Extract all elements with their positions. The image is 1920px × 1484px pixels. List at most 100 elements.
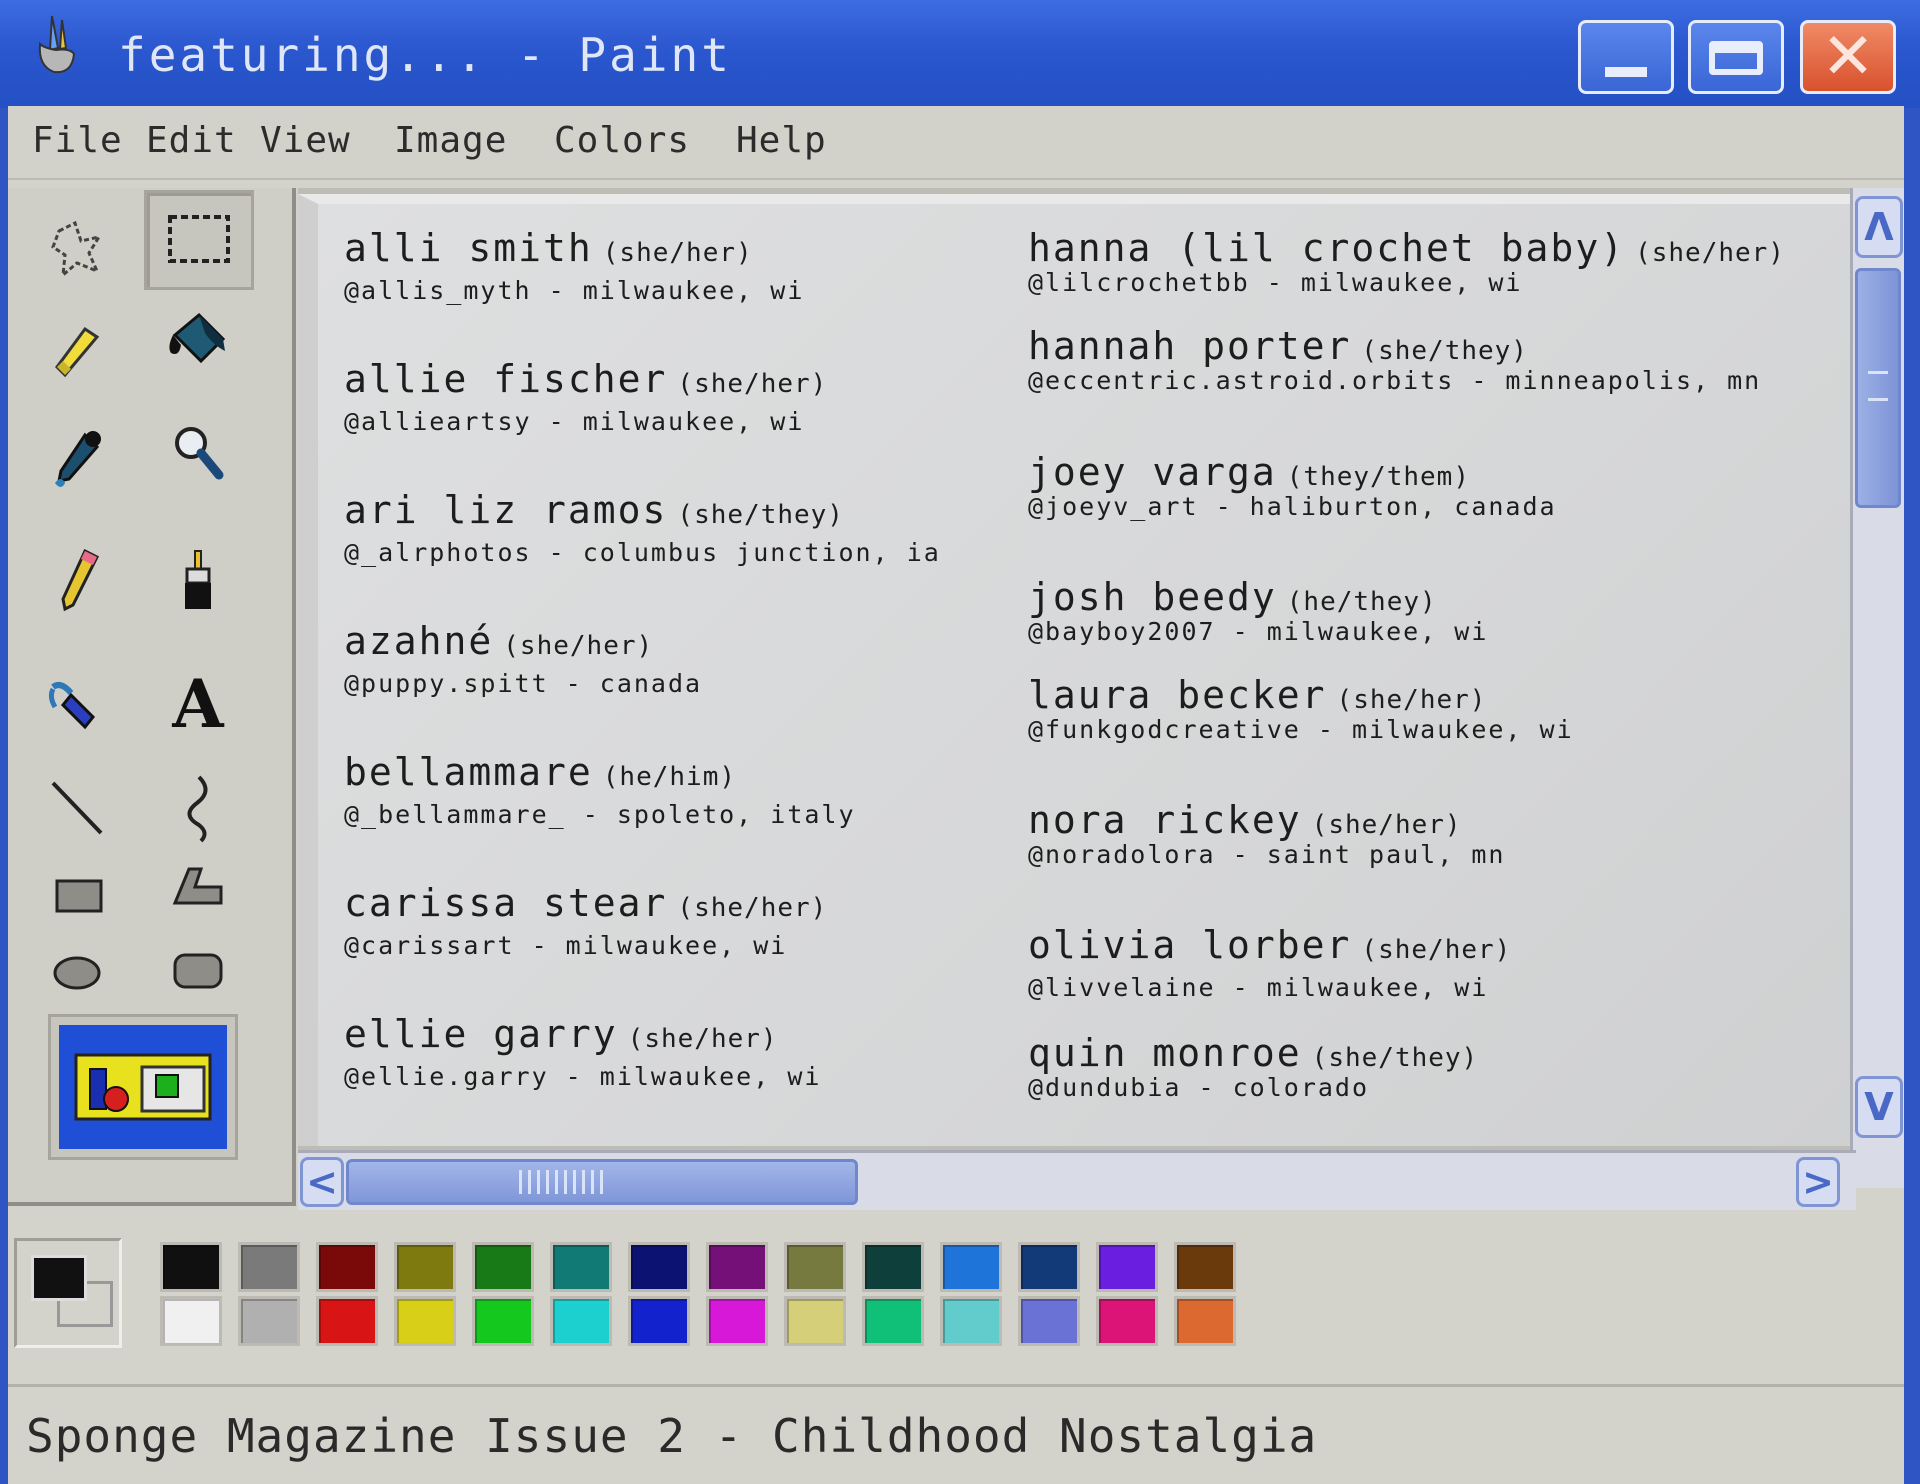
arrow-left-icon: < — [306, 1160, 338, 1204]
window-title: featuring... - Paint — [118, 28, 732, 82]
color-picker-tool[interactable] — [28, 410, 128, 510]
contributor-pronouns: (she/they) — [677, 500, 844, 530]
contributor-handle: @_bellammare_ - spoleto, italy — [344, 800, 856, 829]
color-swatch[interactable] — [394, 1296, 456, 1346]
color-swatch[interactable] — [706, 1242, 768, 1292]
menu-view[interactable]: View — [260, 120, 351, 161]
menu-file[interactable]: File — [32, 120, 123, 161]
paint-supplies-icon — [74, 1053, 212, 1121]
fill-bucket-tool[interactable] — [148, 292, 248, 392]
contributor-pronouns: (they/them) — [1286, 462, 1470, 492]
rounded-rectangle-icon — [173, 953, 223, 989]
foreground-color-swatch[interactable] — [31, 1255, 87, 1301]
color-swatch[interactable] — [628, 1296, 690, 1346]
airbrush-tool[interactable] — [28, 654, 128, 754]
color-swatch[interactable] — [1174, 1296, 1236, 1346]
color-swatch[interactable] — [784, 1242, 846, 1292]
eraser-tool[interactable] — [28, 302, 128, 402]
contributor-pronouns: (she/her) — [503, 631, 654, 661]
brush-tool[interactable] — [148, 532, 248, 632]
maximize-button[interactable] — [1688, 20, 1784, 94]
horizontal-scrollbar[interactable]: < > — [298, 1150, 1856, 1210]
contributor-pronouns: (she/her) — [1635, 238, 1785, 268]
title-bar[interactable]: featuring... - Paint ✕ — [0, 0, 1920, 108]
color-swatch[interactable] — [238, 1296, 300, 1346]
close-button[interactable]: ✕ — [1800, 20, 1896, 94]
tool-box: A — [8, 188, 296, 1206]
canvas-area: alli smith (she/her) @allis_myth - milwau… — [298, 188, 1856, 1188]
menu-edit[interactable]: Edit — [146, 120, 237, 161]
contributor-name: allie fischer — [344, 357, 668, 401]
pencil-tool[interactable] — [28, 530, 128, 630]
color-swatch[interactable] — [784, 1296, 846, 1346]
contributor-name: josh beedy — [1028, 575, 1277, 619]
contributor-name: bellammare — [344, 750, 593, 794]
vertical-scrollbar[interactable]: Λ V — [1850, 188, 1904, 1188]
contributor-name: carissa stear — [344, 881, 668, 925]
scroll-left-button[interactable]: < — [300, 1157, 344, 1207]
menu-colors[interactable]: Colors — [554, 120, 690, 161]
text-tool[interactable]: A — [148, 654, 248, 754]
color-swatch[interactable] — [472, 1242, 534, 1292]
color-swatch[interactable] — [1096, 1296, 1158, 1346]
contributor-handle: @bayboy2007 - milwaukee, wi — [1028, 617, 1489, 646]
fill-bucket-icon — [169, 312, 226, 364]
contributor-entry: hanna (lil crochet baby) (she/her) @lilcr… — [1028, 226, 1785, 297]
color-swatch[interactable] — [160, 1242, 222, 1292]
color-swatch[interactable] — [1018, 1242, 1080, 1292]
horizontal-scroll-thumb[interactable] — [346, 1159, 858, 1205]
ellipse-tool[interactable] — [28, 922, 128, 1022]
tool-options-preview — [59, 1025, 227, 1149]
contributor-handle: @livvelaine - milwaukee, wi — [1028, 973, 1489, 1002]
color-swatch[interactable] — [316, 1296, 378, 1346]
line-tool[interactable] — [28, 758, 128, 858]
magnifier-tool[interactable] — [148, 402, 248, 502]
menu-help[interactable]: Help — [736, 120, 827, 161]
minimize-button[interactable] — [1578, 20, 1674, 94]
scroll-right-button[interactable]: > — [1796, 1157, 1840, 1207]
color-swatch[interactable] — [550, 1242, 612, 1292]
contributor-name: hanna (lil crochet baby) — [1028, 226, 1626, 270]
contributor-name: nora rickey — [1028, 798, 1302, 842]
contributor-entry: hannah porter (she/they) @eccentric.astro… — [1028, 324, 1761, 395]
color-swatch[interactable] — [628, 1242, 690, 1292]
menu-image[interactable]: Image — [394, 120, 507, 161]
color-swatch[interactable] — [550, 1296, 612, 1346]
color-swatch[interactable] — [940, 1296, 1002, 1346]
contributor-pronouns: (she/her) — [677, 369, 828, 399]
color-swatch[interactable] — [472, 1296, 534, 1346]
color-swatch[interactable] — [238, 1242, 300, 1292]
rounded-rectangle-tool[interactable] — [148, 918, 248, 1018]
contributor-entry: laura becker (she/her) @funkgodcreative -… — [1028, 673, 1574, 744]
color-swatch[interactable] — [160, 1296, 222, 1346]
free-form-select-tool[interactable] — [28, 200, 128, 300]
contributor-entry: joey varga (they/them) @joeyv_art - halib… — [1028, 450, 1557, 521]
contributor-handle: @ellie.garry - milwaukee, wi — [344, 1062, 822, 1091]
contributor-pronouns: (she/they) — [1361, 336, 1528, 366]
tool-options-panel[interactable] — [48, 1014, 238, 1160]
current-colors[interactable] — [14, 1238, 122, 1348]
contributor-handle: @funkgodcreative - milwaukee, wi — [1028, 715, 1574, 744]
color-swatch[interactable] — [394, 1242, 456, 1292]
color-swatch[interactable] — [862, 1296, 924, 1346]
contributor-pronouns: (she/her) — [677, 893, 828, 923]
contributor-pronouns: (she/her) — [627, 1024, 778, 1054]
rectangle-icon — [55, 879, 103, 913]
color-swatch[interactable] — [940, 1242, 1002, 1292]
scroll-down-button[interactable]: V — [1855, 1076, 1903, 1138]
color-swatch[interactable] — [706, 1296, 768, 1346]
color-swatch[interactable] — [1174, 1242, 1236, 1292]
scroll-up-button[interactable]: Λ — [1855, 196, 1903, 258]
color-swatch[interactable] — [862, 1242, 924, 1292]
drawing-canvas[interactable]: alli smith (she/her) @allis_myth - milwau… — [298, 194, 1850, 1146]
rectangle-select-tool[interactable] — [144, 190, 254, 290]
paint-app-icon — [32, 14, 82, 76]
contributor-pronouns: (he/they) — [1286, 587, 1437, 617]
contributor-name: azahné — [344, 619, 494, 663]
color-swatch[interactable] — [1018, 1296, 1080, 1346]
color-swatch[interactable] — [316, 1242, 378, 1292]
vertical-scroll-thumb[interactable] — [1855, 268, 1901, 508]
color-swatch[interactable] — [1096, 1242, 1158, 1292]
contributor-name: joey varga — [1028, 450, 1277, 494]
contributor-entry: carissa stear (she/her) @carissart - milw… — [344, 881, 827, 960]
